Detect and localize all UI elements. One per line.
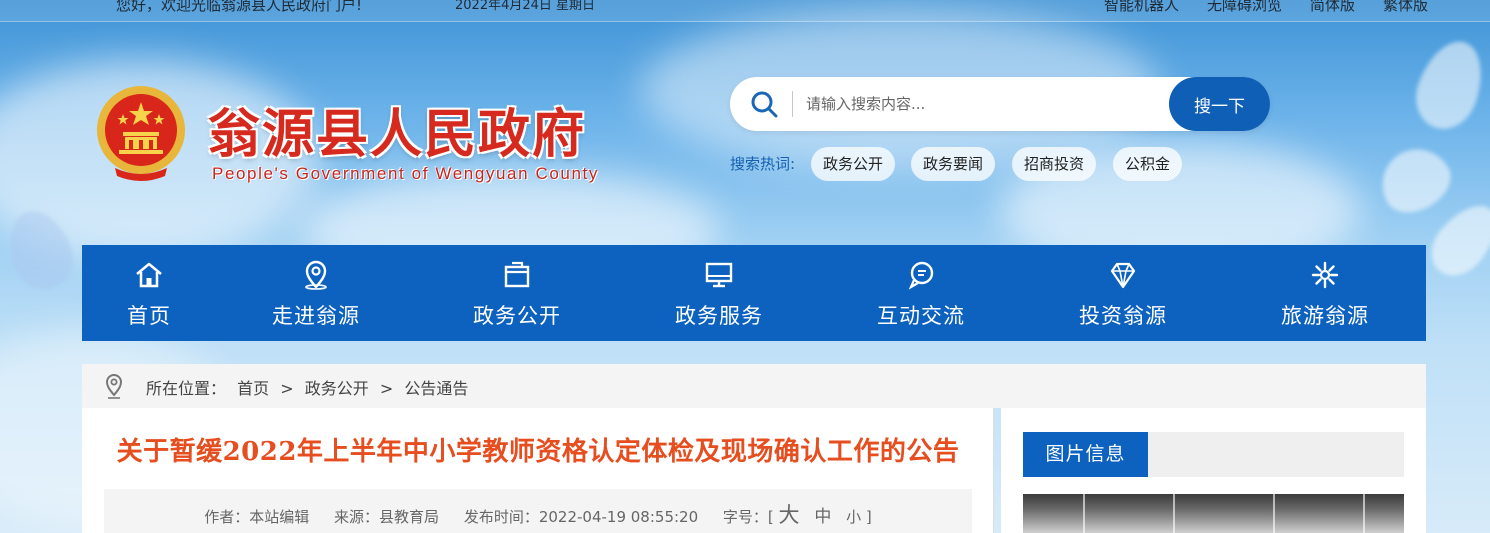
main-nav: 首页 走进翁源 政务公开 政务服务 互动交流 投资翁源 旅游翁源 [82,245,1426,341]
search-button[interactable]: 搜一下 [1169,77,1270,131]
nav-item-about[interactable]: 走进翁源 [216,245,416,341]
breadcrumb: 所在位置： 首页 > 政务公开 > 公告通告 [82,364,1426,408]
top-bar: 您好，欢迎光临翁源县人民政府门户! 2022年4月24日 星期日 智能机器人 无… [0,0,1490,22]
search-box: 搜一下 [730,77,1270,131]
sidebar-header: 图片信息 [1023,432,1404,477]
breadcrumb-separator: > [280,379,294,398]
hot-tag-gov-open[interactable]: 政务公开 [811,147,896,181]
article-meta: 作者：本站编辑 来源：县教育局 发布时间：2022-04-19 08:55:20… [104,499,972,529]
monitor-icon [705,262,733,288]
search-input[interactable] [806,89,1156,119]
breadcrumb-notices[interactable]: 公告通告 [404,379,468,398]
hot-words-label: 搜索热词: [730,155,796,173]
font-size-label: 字号：[ 大 中 小 ] [722,503,872,527]
nav-item-interaction[interactable]: 互动交流 [820,245,1022,341]
link-traditional[interactable]: 繁体版 [1383,0,1428,15]
tab-photo-info[interactable]: 图片信息 [1023,432,1148,477]
orchid-petal [1406,32,1490,138]
font-size-small-button[interactable]: 小 [846,508,861,526]
nav-item-gov-open[interactable]: 政务公开 [416,245,618,341]
hot-tag-investment[interactable]: 招商投资 [1012,147,1097,181]
sidebar-photo[interactable] [1023,494,1404,533]
breadcrumb-home[interactable]: 首页 [237,379,269,398]
breadcrumb-prefix: 所在位置： [146,379,227,398]
orchid-petal [1420,193,1490,287]
nav-item-gov-service[interactable]: 政务服务 [618,245,820,341]
breadcrumb-gov-open[interactable]: 政务公开 [305,379,369,398]
hot-tag-gov-news[interactable]: 政务要闻 [911,147,996,181]
font-size-large-button[interactable]: 大 [779,503,800,527]
article-author: 作者：本站编辑 [204,508,310,526]
nav-item-tourism[interactable]: 旅游翁源 [1224,245,1426,341]
location-pin-icon [105,374,123,399]
search-icon [751,91,778,118]
link-accessibility[interactable]: 无障碍浏览 [1207,0,1282,15]
article-source: 来源：县教育局 [334,508,440,526]
home-icon [136,262,162,288]
top-links: 智能机器人 无障碍浏览 简体版 繁体版 [1104,0,1428,15]
nav-label: 首页 [127,304,171,328]
photo-detail [1173,494,1175,533]
photo-detail [1363,494,1365,533]
location-icon [305,260,327,290]
article-published: 发布时间：2022-04-19 08:55:20 [463,508,699,526]
article-panel: 关于暂缓2022年上半年中小学教师资格认定体检及现场确认工作的公告 作者：本站编… [82,408,994,533]
national-emblem-icon [97,86,185,181]
breadcrumb-separator: > [379,379,394,398]
orchid-petal [1369,136,1461,224]
nav-label: 政务服务 [675,304,763,328]
nav-label: 旅游翁源 [1281,304,1369,328]
search-divider [792,91,793,117]
nav-label: 走进翁源 [272,304,360,328]
nav-label: 互动交流 [877,304,965,328]
site-subtitle: People's Government of Wengyuan County [212,164,599,183]
photo-detail [1083,494,1085,533]
breadcrumb-trail: 所在位置： 首页 > 政务公开 > 公告通告 [146,375,474,399]
nav-item-invest[interactable]: 投资翁源 [1022,245,1224,341]
folder-icon [504,261,530,288]
nav-label: 政务公开 [473,304,561,328]
nav-label: 投资翁源 [1079,304,1167,328]
link-smart-robot[interactable]: 智能机器人 [1104,0,1179,15]
nav-item-home[interactable]: 首页 [82,245,216,341]
link-simplified[interactable]: 简体版 [1310,0,1355,15]
site-title: 翁源县人民政府 [208,104,587,165]
welcome-text: 您好，欢迎光临翁源县人民政府门户! [116,0,363,14]
sidebar: 图片信息 [1001,408,1426,533]
article-title: 关于暂缓2022年上半年中小学教师资格认定体检及现场确认工作的公告 [116,437,960,467]
flower-icon [1311,261,1339,289]
chat-icon [908,261,934,290]
article-meta-bar: 作者：本站编辑 来源：县教育局 发布时间：2022-04-19 08:55:20… [104,489,972,533]
hot-tag-housing-fund[interactable]: 公积金 [1113,147,1183,181]
diamond-icon [1110,262,1136,289]
font-size-suffix: ] [865,508,872,526]
photo-detail [1273,494,1275,533]
font-size-prefix: 字号：[ [722,508,774,526]
font-size-medium-button[interactable]: 中 [814,507,831,527]
date-text: 2022年4月24日 星期日 [455,0,596,13]
